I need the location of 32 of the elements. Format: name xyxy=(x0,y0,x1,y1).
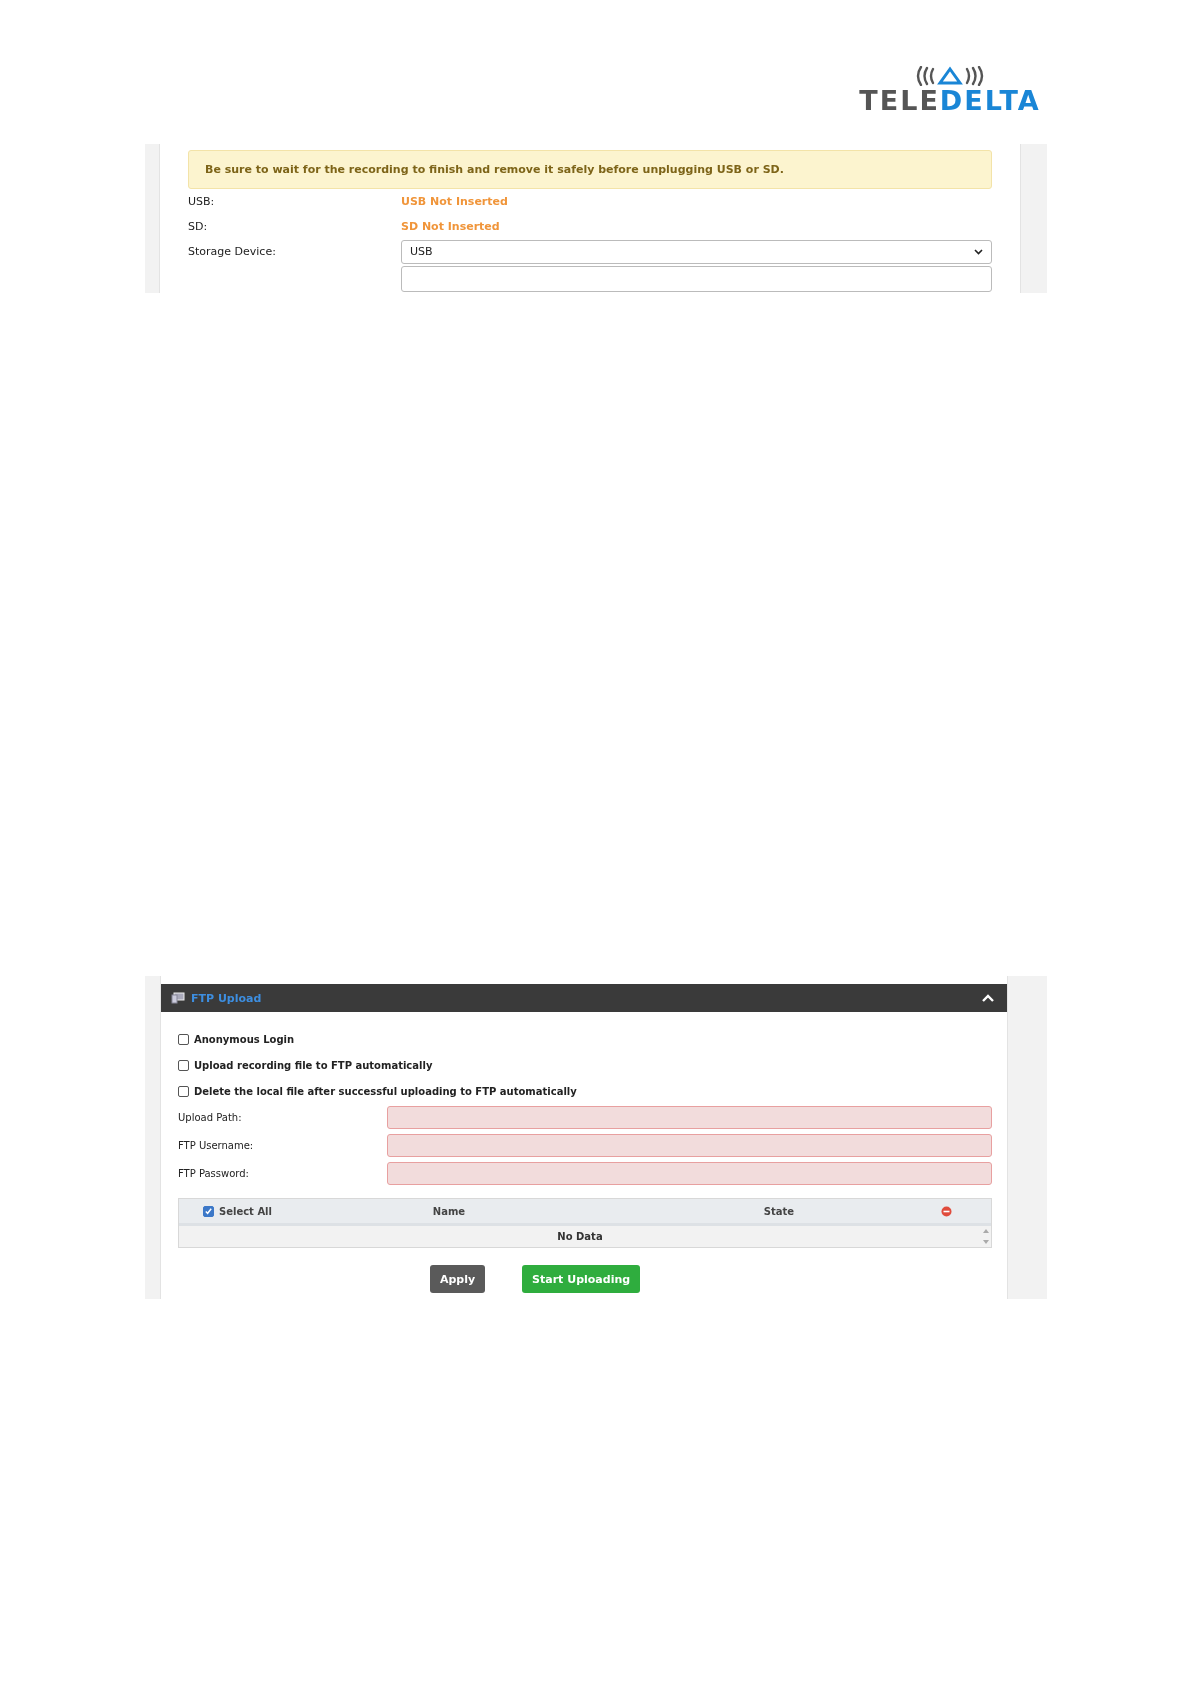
checkbox[interactable] xyxy=(178,1085,189,1097)
status-value: SD Not Inserted xyxy=(401,220,500,233)
column-header: Select All xyxy=(219,1205,272,1217)
option-label: Anonymous Login xyxy=(194,1033,295,1045)
field-label: FTP Password: xyxy=(178,1167,250,1179)
checkbox[interactable] xyxy=(178,1033,189,1045)
chevron-icon[interactable] xyxy=(981,993,995,1003)
computer-icon xyxy=(171,992,185,1004)
storage-device-select[interactable]: USB xyxy=(401,239,992,264)
field-label: Storage Device: xyxy=(188,245,277,258)
input-field[interactable] xyxy=(387,1161,992,1185)
column-header: Name xyxy=(431,1205,467,1217)
checkbox[interactable] xyxy=(178,1059,189,1071)
chevron-down-icon xyxy=(974,248,983,255)
field-label: FTP Username: xyxy=(178,1139,255,1151)
field-label: Upload Path: xyxy=(178,1111,243,1123)
option-label: Delete the local file after successful uploading to FTP automatically xyxy=(194,1085,577,1097)
warning-alert: Be sure to wait for the recording to finish and remove it safely before unplugging USB or SD. xyxy=(188,150,992,189)
input-field[interactable] xyxy=(387,1105,992,1129)
apply-button[interactable]: Apply xyxy=(429,1265,486,1293)
checkbox[interactable] xyxy=(203,1205,214,1217)
panel-title: FTP Upload xyxy=(191,991,263,1005)
field-label: SD: xyxy=(188,220,209,233)
brand-logo: TELE DELTA xyxy=(859,88,1041,114)
empty-message: No Data xyxy=(556,1231,604,1242)
status-value: USB Not Inserted xyxy=(401,195,508,208)
select-field[interactable] xyxy=(401,266,992,292)
field-label: USB: xyxy=(188,195,216,208)
option-label: Upload recording file to FTP automatically xyxy=(194,1059,433,1071)
delete-icon[interactable] xyxy=(941,1205,952,1217)
column-header: State xyxy=(762,1205,796,1217)
input-field[interactable] xyxy=(387,1133,992,1157)
